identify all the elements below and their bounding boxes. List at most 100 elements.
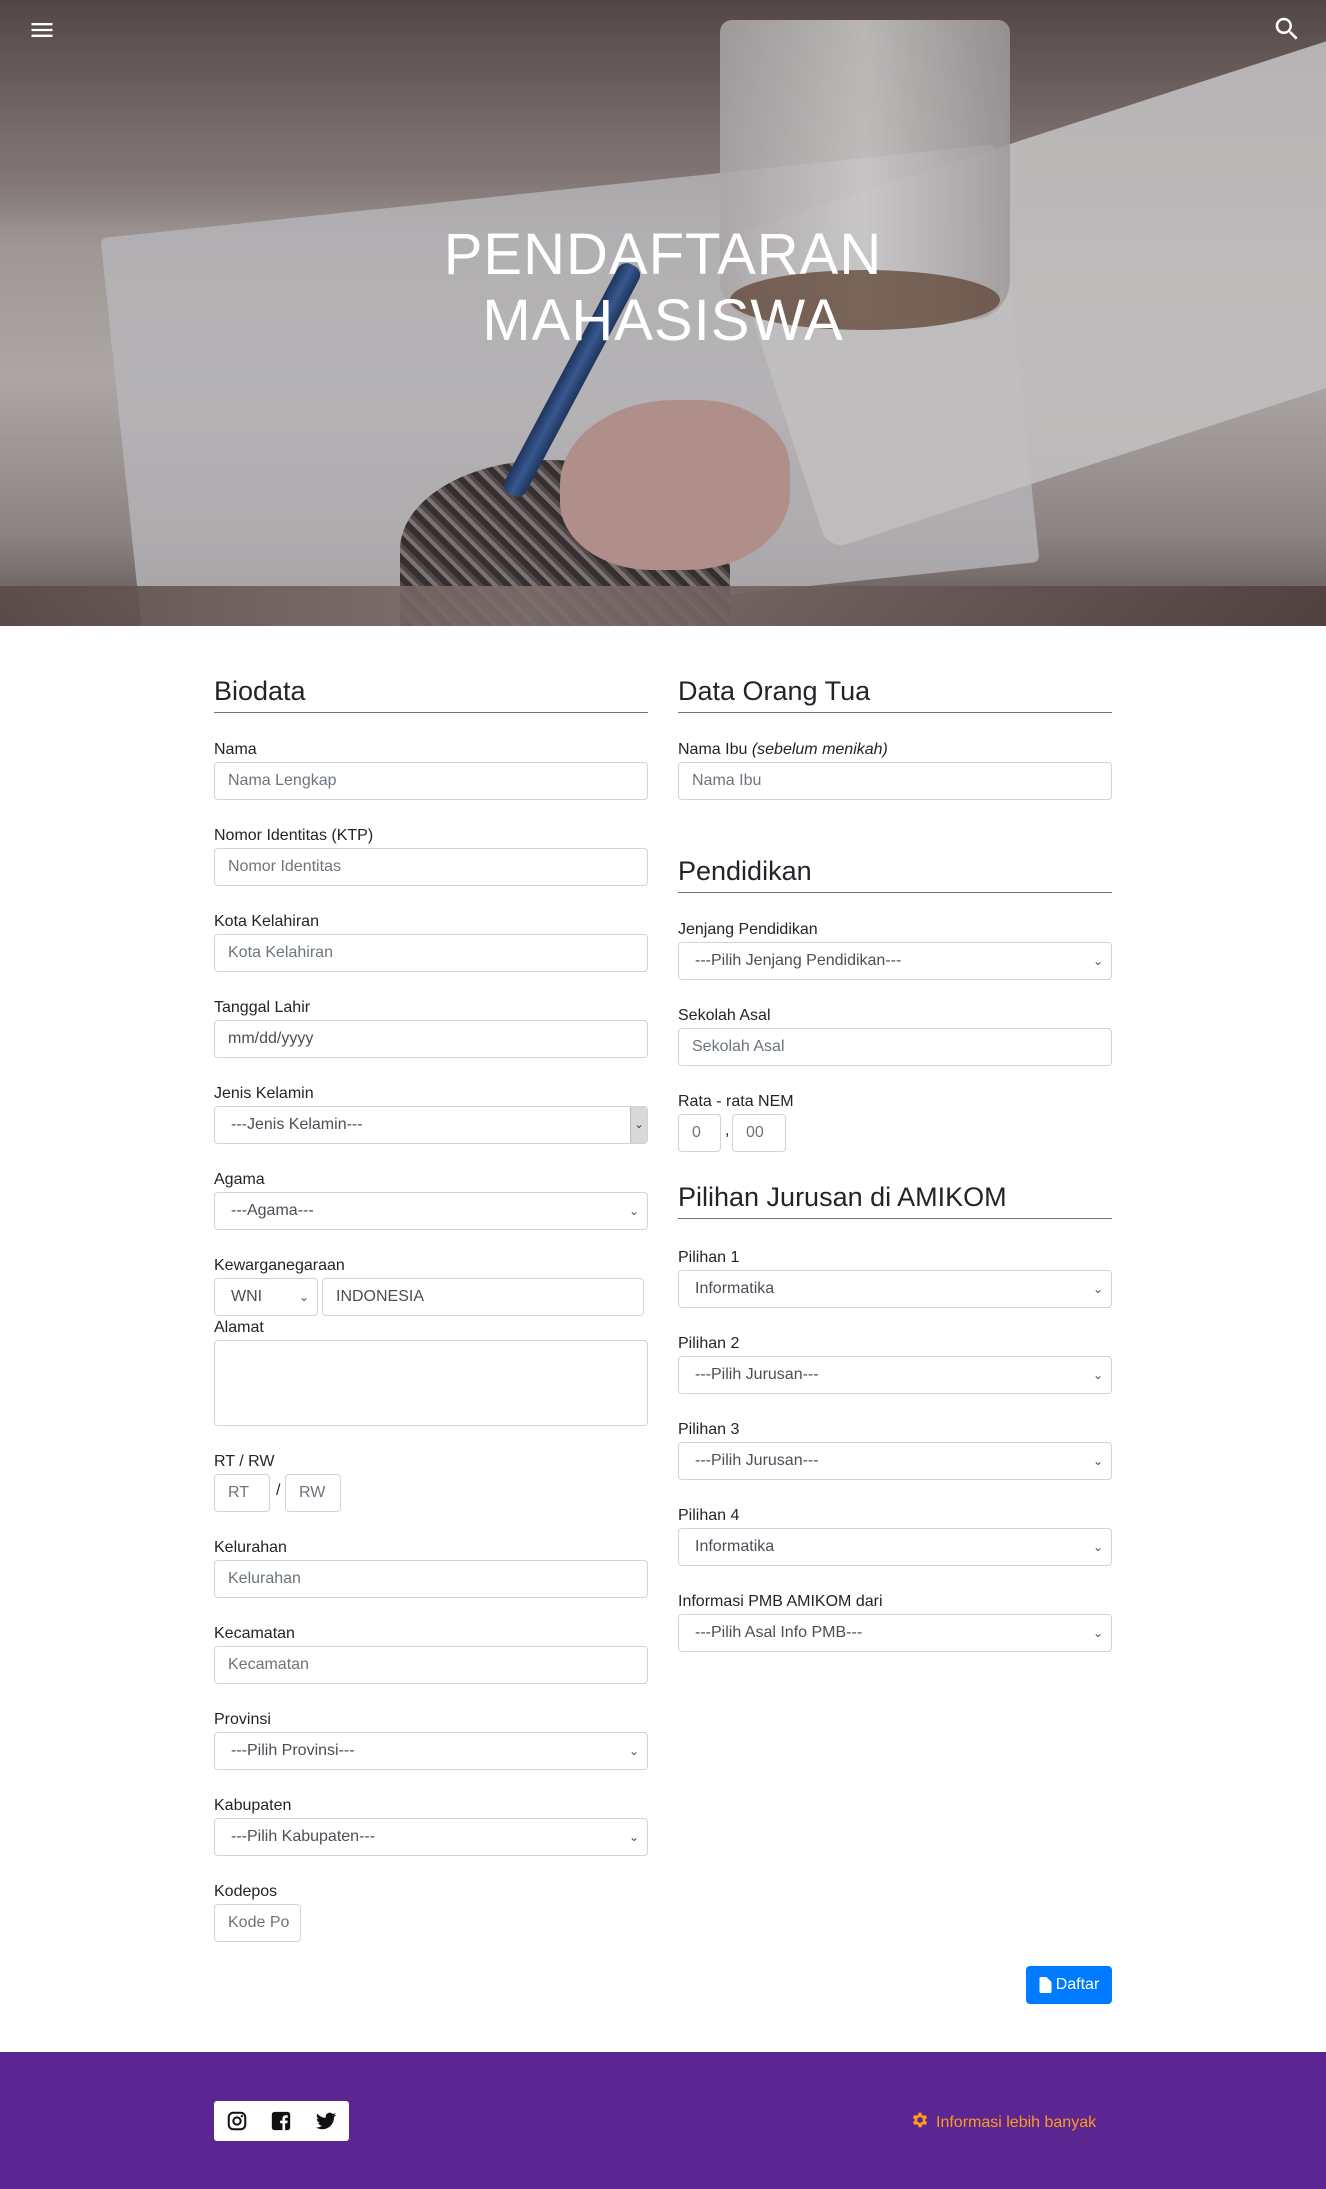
- daftar-button[interactable]: Daftar: [1026, 1966, 1112, 2004]
- kecamatan-input[interactable]: Kecamatan: [214, 1646, 648, 1684]
- ktp-label: Nomor Identitas (KTP): [214, 827, 374, 844]
- sekolah-input[interactable]: Sekolah Asal: [678, 1028, 1112, 1066]
- kota-kelahiran-label: Kota Kelahiran: [214, 913, 319, 930]
- twitter-icon: [315, 2112, 337, 2130]
- pilihan2-select[interactable]: ---Pilih Jurusan--- ⌄: [678, 1356, 1112, 1394]
- hero-banner: PENDAFTARAN MAHASISWA: [0, 0, 1326, 626]
- nem-decimal-input[interactable]: 00: [732, 1114, 786, 1152]
- chevron-down-icon: ⌄: [298, 1290, 309, 1304]
- info-pmb-select[interactable]: ---Pilih Asal Info PMB--- ⌄: [678, 1614, 1112, 1652]
- sekolah-label: Sekolah Asal: [678, 1007, 771, 1024]
- twitter-link[interactable]: [315, 2110, 337, 2132]
- chevron-down-icon: ⌄: [1092, 1540, 1103, 1554]
- kelurahan-input[interactable]: Kelurahan: [214, 1560, 648, 1598]
- agama-value: ---Agama---: [231, 1202, 314, 1219]
- chevron-down-icon: ⌄: [1092, 1454, 1103, 1468]
- jenis-kelamin-label: Jenis Kelamin: [214, 1085, 314, 1102]
- footer: Informasi lebih banyak: [0, 2052, 1326, 2189]
- pilihan4-label: Pilihan 4: [678, 1507, 740, 1524]
- facebook-link[interactable]: [270, 2110, 292, 2132]
- jenjang-value: ---Pilih Jenjang Pendidikan---: [695, 952, 902, 969]
- info-pmb-value: ---Pilih Asal Info PMB---: [695, 1624, 863, 1641]
- page-title-line2: MAHASISWA: [482, 288, 844, 353]
- kabupaten-value: ---Pilih Kabupaten---: [231, 1828, 376, 1845]
- menu-icon: [31, 23, 53, 37]
- jenis-kelamin-value: ---Jenis Kelamin---: [231, 1116, 363, 1133]
- nama-ibu-label-note: (sebelum menikah): [751, 741, 888, 758]
- pilihan2-value: ---Pilih Jurusan---: [695, 1366, 819, 1383]
- nama-ibu-label-text: Nama Ibu: [678, 741, 748, 758]
- instagram-icon: [227, 2111, 247, 2131]
- facebook-icon: [271, 2111, 291, 2131]
- kodepos-label: Kodepos: [214, 1883, 278, 1900]
- chevron-down-icon: ⌄: [1092, 1626, 1103, 1640]
- gear-icon: [912, 2112, 928, 2128]
- pilihan3-select[interactable]: ---Pilih Jurusan--- ⌄: [678, 1442, 1112, 1480]
- rtrw-label: RT / RW: [214, 1453, 275, 1470]
- social-links: [214, 2101, 349, 2141]
- kabupaten-select[interactable]: ---Pilih Kabupaten--- ⌄: [214, 1818, 648, 1856]
- ortu-heading: Data Orang Tua: [678, 674, 1112, 713]
- info-lebih-banyak-label: Informasi lebih banyak: [936, 2114, 1097, 2131]
- right-column: Data Orang Tua Nama Ibu (sebelum menikah…: [678, 674, 1112, 1652]
- agama-label: Agama: [214, 1171, 265, 1188]
- negara-input[interactable]: INDONESIA: [322, 1278, 644, 1316]
- ktp-input[interactable]: Nomor Identitas: [214, 848, 648, 886]
- daftar-button-label: Daftar: [1055, 1976, 1100, 1993]
- chevron-down-icon: ⌄: [628, 1744, 639, 1758]
- tanggal-lahir-input[interactable]: mm/dd/yyyy: [214, 1020, 648, 1058]
- nem-integer-input[interactable]: 0: [678, 1114, 721, 1152]
- rtrw-separator: /: [276, 1482, 281, 1499]
- biodata-heading: Biodata: [214, 674, 648, 713]
- rw-input[interactable]: RW: [285, 1474, 341, 1512]
- nama-ibu-input[interactable]: Nama Ibu: [678, 762, 1112, 800]
- nem-label: Rata - rata NEM: [678, 1093, 794, 1110]
- nama-ibu-label: Nama Ibu (sebelum menikah): [678, 740, 888, 760]
- kewarganegaraan-select[interactable]: WNI ⌄: [214, 1278, 318, 1316]
- pilihan4-value: Informatika: [695, 1538, 775, 1555]
- pilihan4-select[interactable]: Informatika ⌄: [678, 1528, 1112, 1566]
- page-title: PENDAFTARAN MAHASISWA: [0, 222, 1326, 354]
- search-icon: [1275, 17, 1298, 40]
- jenis-kelamin-select[interactable]: ---Jenis Kelamin--- ⌄: [214, 1106, 648, 1144]
- nama-input[interactable]: Nama Lengkap: [214, 762, 648, 800]
- pendidikan-heading: Pendidikan: [678, 854, 1112, 893]
- kodepos-input[interactable]: Kode Po: [214, 1904, 301, 1942]
- pilihan3-value: ---Pilih Jurusan---: [695, 1452, 819, 1469]
- jenjang-label: Jenjang Pendidikan: [678, 921, 818, 938]
- alamat-textarea[interactable]: [214, 1340, 648, 1426]
- chevron-down-icon: ⌄: [628, 1830, 639, 1844]
- biodata-section: Biodata Nama Nama Lengkap Nomor Identita…: [214, 674, 648, 1942]
- menu-button[interactable]: [28, 16, 56, 44]
- info-pmb-label: Informasi PMB AMIKOM dari: [678, 1593, 883, 1610]
- provinsi-label: Provinsi: [214, 1711, 271, 1728]
- kecamatan-label: Kecamatan: [214, 1625, 295, 1642]
- agama-select[interactable]: ---Agama--- ⌄: [214, 1192, 648, 1230]
- pilihan1-select[interactable]: Informatika ⌄: [678, 1270, 1112, 1308]
- alamat-label: Alamat: [214, 1319, 264, 1336]
- provinsi-select[interactable]: ---Pilih Provinsi--- ⌄: [214, 1732, 648, 1770]
- pilihan1-value: Informatika: [695, 1280, 775, 1297]
- provinsi-value: ---Pilih Provinsi---: [231, 1742, 355, 1759]
- kelurahan-label: Kelurahan: [214, 1539, 287, 1556]
- kewarganegaraan-label: Kewarganegaraan: [214, 1257, 345, 1274]
- rt-input[interactable]: RT: [214, 1474, 270, 1512]
- file-icon: [1039, 1976, 1052, 1993]
- kewarganegaraan-value: WNI: [231, 1288, 263, 1305]
- kota-kelahiran-input[interactable]: Kota Kelahiran: [214, 934, 648, 972]
- pilihan1-label: Pilihan 1: [678, 1249, 740, 1266]
- nem-separator: ,: [725, 1122, 730, 1139]
- instagram-link[interactable]: [226, 2110, 248, 2132]
- tanggal-lahir-label: Tanggal Lahir: [214, 999, 311, 1016]
- kabupaten-label: Kabupaten: [214, 1797, 292, 1814]
- nama-label: Nama: [214, 741, 257, 758]
- pilihan2-label: Pilihan 2: [678, 1335, 740, 1352]
- page-title-line1: PENDAFTARAN: [443, 222, 883, 287]
- jurusan-heading: Pilihan Jurusan di AMIKOM: [678, 1180, 1112, 1219]
- info-lebih-banyak-link[interactable]: Informasi lebih banyak: [910, 2110, 1096, 2132]
- chevron-down-icon: ⌄: [628, 1204, 639, 1218]
- chevron-down-icon: ⌄: [630, 1107, 647, 1143]
- chevron-down-icon: ⌄: [1092, 954, 1103, 968]
- jenjang-select[interactable]: ---Pilih Jenjang Pendidikan--- ⌄: [678, 942, 1112, 980]
- search-button[interactable]: [1272, 14, 1302, 44]
